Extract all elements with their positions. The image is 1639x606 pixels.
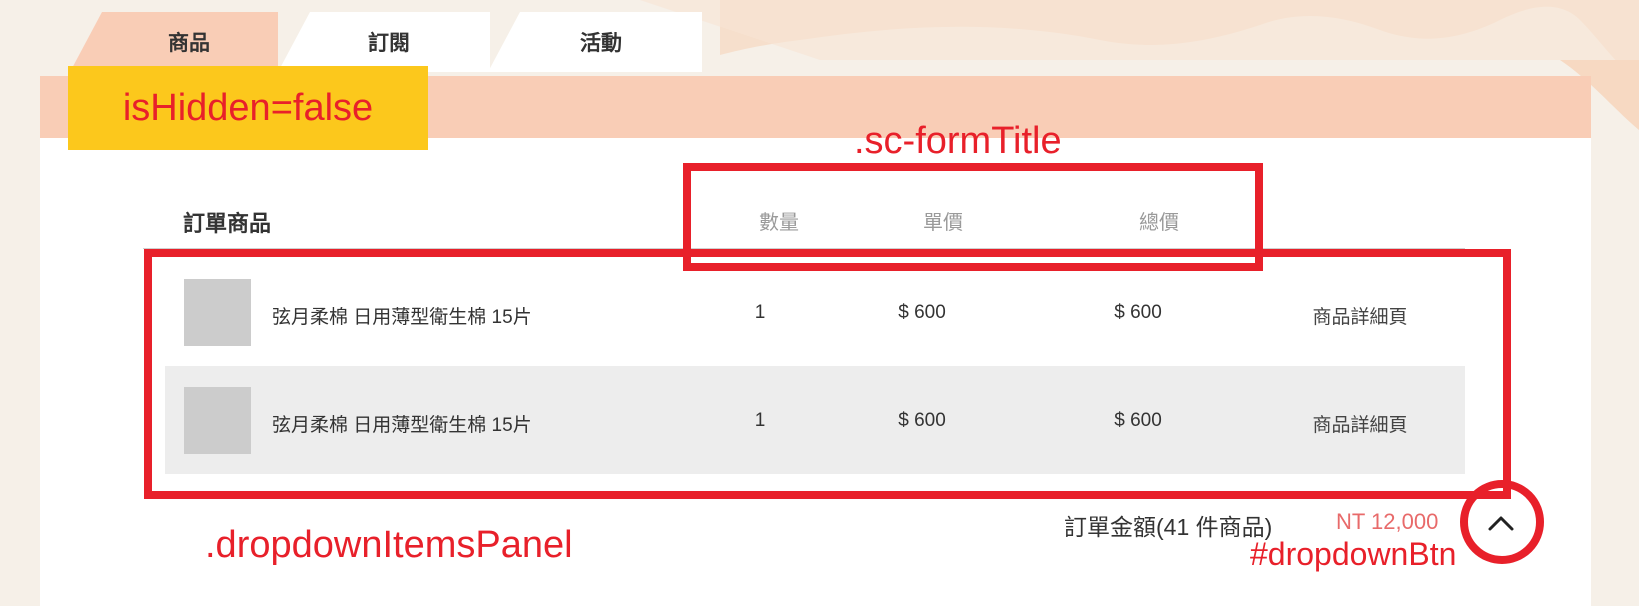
product-thumbnail bbox=[184, 279, 251, 346]
order-total-price: NT 12,000 bbox=[1336, 509, 1439, 534]
tab-label: 商品 bbox=[168, 32, 210, 55]
tab-products[interactable]: 商品 bbox=[70, 12, 278, 72]
tab-bar: 商品 訂閱 活動 bbox=[70, 12, 710, 72]
annotation-is-hidden-badge: isHidden=false bbox=[68, 66, 428, 150]
form-title-row: 訂單商品 數量 單價 總價 bbox=[143, 196, 1465, 249]
tab-events[interactable]: 活動 bbox=[488, 12, 702, 72]
annotation-is-hidden-label: isHidden=false bbox=[122, 86, 374, 129]
product-unit-price: $ 600 bbox=[898, 410, 946, 431]
product-quantity: 1 bbox=[754, 302, 766, 323]
header-total-price: 總價 bbox=[1139, 212, 1179, 234]
dropdown-items-panel: 弦月柔棉 日用薄型衛生棉 15片 1 $ 600 $ 600 商品詳細頁 弦月柔… bbox=[165, 258, 1465, 474]
product-total-price: $ 600 bbox=[1114, 410, 1162, 431]
chevron-up-icon bbox=[1488, 516, 1514, 531]
header-unit-price: 單價 bbox=[923, 212, 963, 234]
product-unit-price: $ 600 bbox=[898, 302, 946, 323]
annotation-form-title-label: .sc-formTitle bbox=[854, 120, 1062, 162]
table-row: 弦月柔棉 日用薄型衛生棉 15片 1 $ 600 $ 600 商品詳細頁 bbox=[165, 366, 1465, 474]
product-detail-link[interactable]: 商品詳細頁 bbox=[1300, 410, 1420, 437]
annotation-items-panel-label: .dropdownItemsPanel bbox=[205, 524, 573, 566]
product-quantity: 1 bbox=[754, 410, 766, 431]
tab-label: 訂閱 bbox=[368, 32, 410, 55]
tab-label: 活動 bbox=[580, 32, 622, 55]
product-thumbnail bbox=[184, 387, 251, 454]
table-row: 弦月柔棉 日用薄型衛生棉 15片 1 $ 600 $ 600 商品詳細頁 bbox=[165, 258, 1465, 366]
annotation-dropdown-button-label: #dropdownBtn bbox=[1250, 536, 1457, 572]
tab-subscription[interactable]: 訂閱 bbox=[278, 12, 490, 72]
dropdown-button[interactable] bbox=[1465, 487, 1537, 559]
header-quantity: 數量 bbox=[759, 212, 799, 234]
order-total-label: 訂單金額(41 件商品) bbox=[1064, 514, 1273, 540]
product-total-price: $ 600 bbox=[1114, 302, 1162, 323]
product-name: 弦月柔棉 日用薄型衛生棉 15片 bbox=[272, 415, 532, 436]
product-detail-link[interactable]: 商品詳細頁 bbox=[1300, 302, 1420, 329]
product-name: 弦月柔棉 日用薄型衛生棉 15片 bbox=[272, 307, 532, 328]
header-order-products: 訂單商品 bbox=[183, 211, 272, 236]
